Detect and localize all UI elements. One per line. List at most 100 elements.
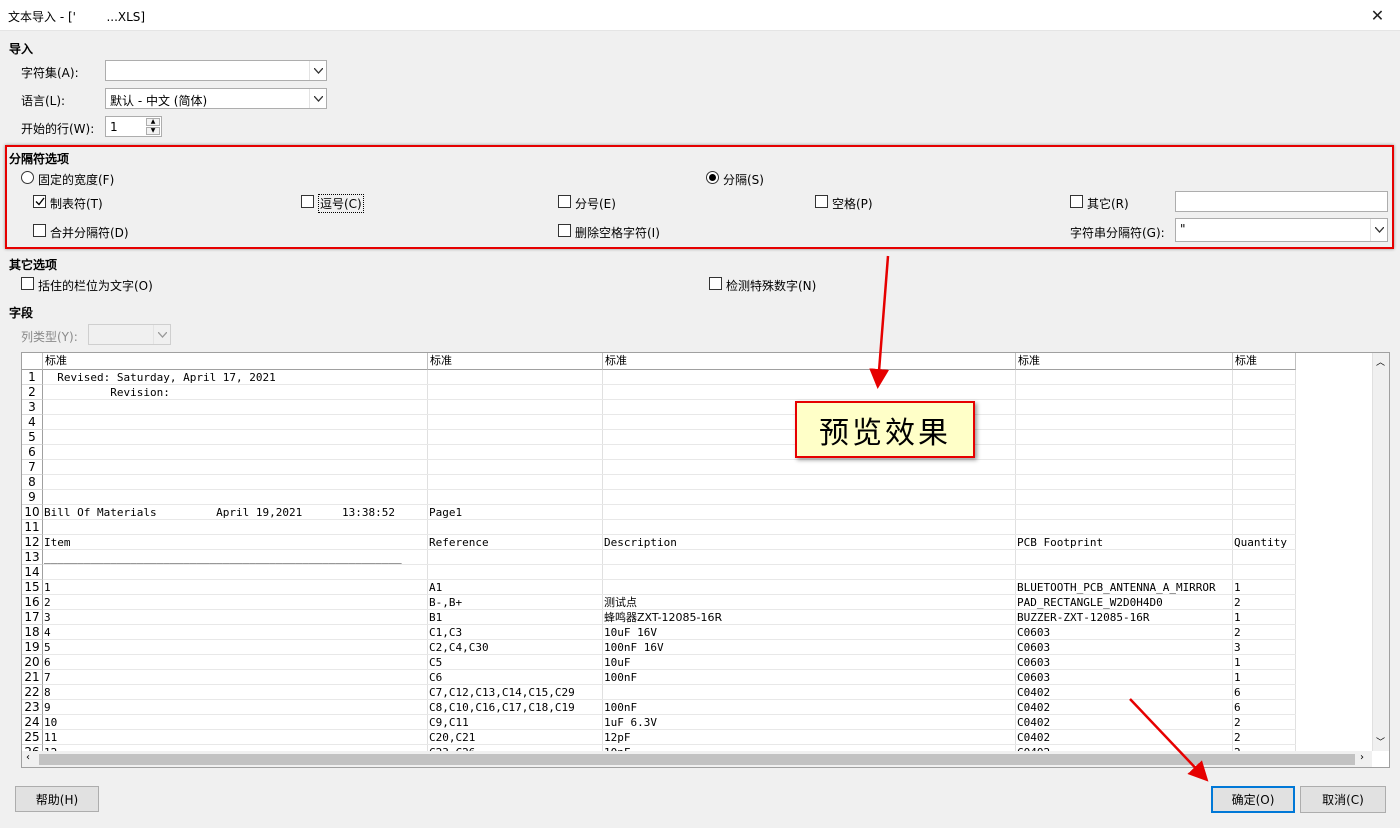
table-cell: C6 [429, 671, 443, 684]
table-cell: Description [604, 536, 677, 549]
horizontal-scrollbar[interactable]: ‹ › [22, 751, 1372, 767]
table-cell: C2,C4,C30 [429, 641, 489, 654]
row-number: 6 [22, 445, 43, 460]
row-number: 19 [22, 640, 43, 655]
other-options-section-title: 其它选项 [9, 258, 58, 272]
row-number: 21 [22, 670, 43, 685]
column-type-combo[interactable] [88, 324, 171, 345]
row-divider [43, 474, 1296, 475]
column-header[interactable]: 标准 [1016, 353, 1233, 370]
table-cell: 1 [1234, 581, 1241, 594]
table-cell: 6 [44, 656, 51, 669]
spin-up-icon[interactable]: ▲ [146, 118, 160, 126]
table-cell: ________________________________________… [44, 551, 402, 564]
scroll-up-icon[interactable]: ︿ [1376, 355, 1385, 368]
table-cell: Revision: [44, 386, 170, 399]
vertical-scrollbar[interactable]: ︿ ﹀ [1372, 353, 1389, 751]
row-number: 24 [22, 715, 43, 730]
table-cell: A1 [429, 581, 443, 594]
table-cell: 12pF [604, 731, 631, 744]
scroll-left-icon[interactable]: ‹ [26, 752, 30, 763]
table-cell: 6 [1234, 701, 1241, 714]
table-cell: C1,C3 [429, 626, 463, 639]
column-type-label: 列类型(Y): [21, 330, 78, 344]
table-cell: 2 [1234, 716, 1241, 729]
row-number: 15 [22, 580, 43, 595]
cancel-button[interactable]: 取消(C) [1300, 786, 1386, 813]
row-divider [43, 669, 1296, 670]
table-cell: C0603 [1017, 656, 1051, 669]
column-header[interactable]: 标准 [1233, 353, 1296, 370]
charset-combo[interactable] [105, 60, 327, 81]
table-cell: 10uF [604, 656, 631, 669]
row-divider [43, 459, 1296, 460]
row-divider [43, 699, 1296, 700]
help-button[interactable]: 帮助(H) [15, 786, 99, 812]
table-cell: PCB Footprint [1017, 536, 1104, 549]
table-cell: C0402 [1017, 731, 1051, 744]
table-cell: C0402 [1017, 716, 1051, 729]
table-cell: PAD_RECTANGLE_W2D0H4D0 [1017, 596, 1163, 609]
row-divider [43, 684, 1296, 685]
table-cell: 7 [44, 671, 51, 684]
table-cell: 1 [1234, 656, 1241, 669]
chevron-down-icon [309, 61, 326, 80]
spin-down-icon[interactable]: ▼ [146, 127, 160, 135]
row-number: 20 [22, 655, 43, 670]
row-number: 18 [22, 625, 43, 640]
column-header[interactable]: 标准 [603, 353, 1016, 370]
table-cell: 3 [44, 611, 51, 624]
column-header[interactable]: 标准 [428, 353, 603, 370]
row-number: 8 [22, 475, 43, 490]
column-header[interactable]: 标准 [43, 353, 428, 370]
quoted-as-text-label: 括住的栏位为文字(O) [38, 279, 153, 293]
scroll-down-icon[interactable]: ﹀ [1376, 735, 1385, 748]
table-cell: 10uF 16V [604, 626, 657, 639]
table-cell: 2 [44, 596, 51, 609]
table-cell: C9,C11 [429, 716, 469, 729]
table-cell: C0603 [1017, 626, 1051, 639]
table-cell: C0603 [1017, 641, 1051, 654]
row-number: 23 [22, 700, 43, 715]
row-number: 3 [22, 400, 43, 415]
row-divider [43, 444, 1296, 445]
row-number: 11 [22, 520, 43, 535]
row-divider [43, 489, 1296, 490]
ok-button[interactable]: 确定(O) [1211, 786, 1295, 813]
scroll-right-icon[interactable]: › [1360, 752, 1364, 763]
table-cell: 2 [1234, 626, 1241, 639]
row-number: 13 [22, 550, 43, 565]
window-title: 文本导入 - [' ...XLS] [8, 10, 146, 24]
chevron-down-icon [309, 89, 326, 108]
table-cell: B1 [429, 611, 443, 624]
table-cell: 8 [44, 686, 51, 699]
table-cell: 1 [1234, 671, 1241, 684]
row-number: 2 [22, 385, 43, 400]
table-cell: C0603 [1017, 671, 1051, 684]
row-divider [43, 429, 1296, 430]
quoted-as-text-checkbox[interactable] [21, 277, 34, 290]
table-cell: 1 [1234, 611, 1241, 624]
table-cell: C8,C10,C16,C17,C18,C19 [429, 701, 575, 714]
table-cell: 1 [44, 581, 51, 594]
row-number: 14 [22, 565, 43, 580]
table-cell: B-,B+ [429, 596, 463, 609]
table-cell: 测试点 [604, 596, 637, 609]
close-button[interactable]: ✕ [1355, 0, 1400, 31]
start-row-spinner[interactable]: 1 ▲ ▼ [105, 116, 162, 137]
table-cell: 9 [44, 701, 51, 714]
table-cell: 11 [44, 731, 58, 744]
language-label: 语言(L): [21, 94, 66, 108]
horizontal-scroll-thumb[interactable] [39, 754, 1355, 765]
row-divider [43, 414, 1296, 415]
table-cell: 2 [1234, 596, 1241, 609]
table-cell: 3 [1234, 641, 1241, 654]
table-cell: 100nF 16V [604, 641, 664, 654]
row-number: 7 [22, 460, 43, 475]
detect-numbers-checkbox[interactable] [709, 277, 722, 290]
row-number: 12 [22, 535, 43, 550]
table-cell: BUZZER-ZXT-12085-16R [1017, 611, 1150, 624]
preview-grid[interactable]: 标准 标准 标准 标准 标准 1 Revised: Saturday, April 17,… [21, 352, 1390, 768]
language-combo[interactable]: 默认 - 中文 (简体) [105, 88, 327, 109]
row-number: 5 [22, 430, 43, 445]
